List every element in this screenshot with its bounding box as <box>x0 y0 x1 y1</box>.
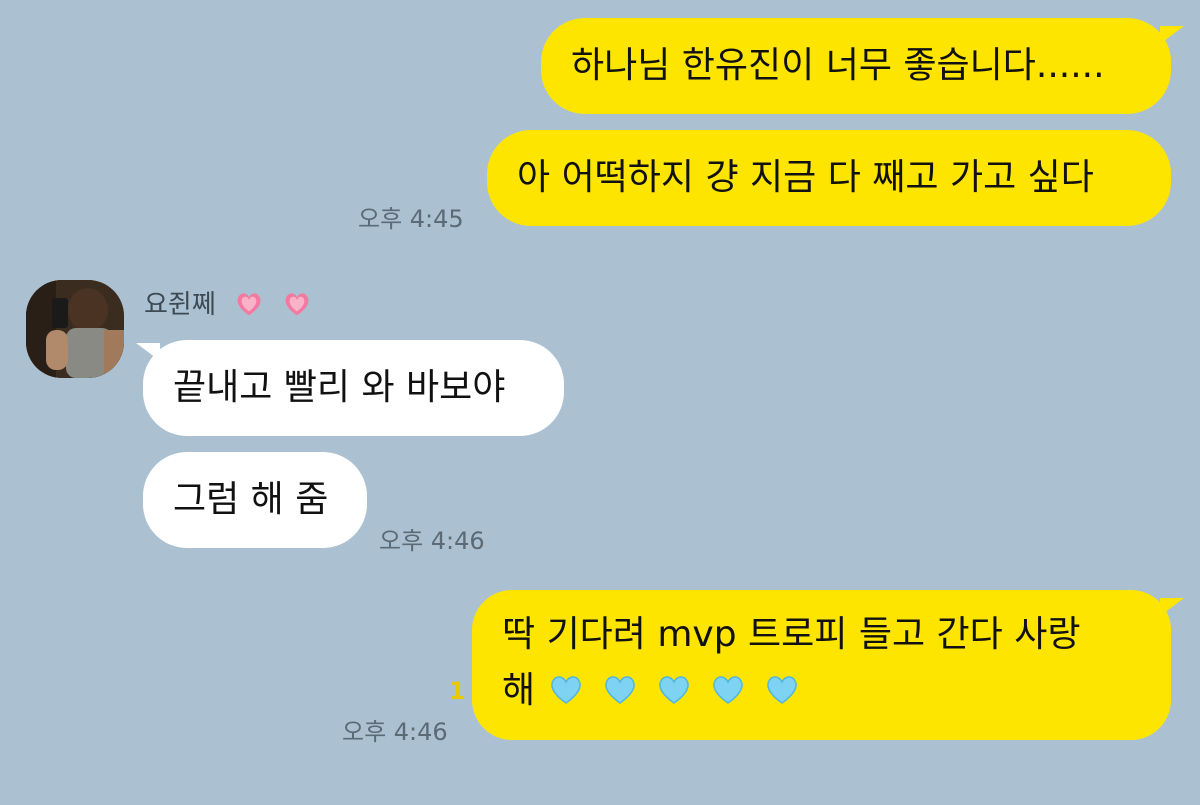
message-text-line: 해 <box>502 664 1171 718</box>
my-message-bubble[interactable]: 딱 기다려 mvp 트로피 들고 간다 사랑 해 <box>472 590 1171 740</box>
light-blue-heart-icon <box>767 676 797 704</box>
my-message-bubble[interactable]: 아 어떡하지 걍 지금 다 째고 가고 싶다 <box>487 130 1171 226</box>
light-blue-heart-icon <box>605 676 635 704</box>
heart-with-sparkles-icon <box>285 293 309 316</box>
message-timestamp: 오후 4:46 <box>379 527 485 555</box>
their-message-bubble[interactable]: 그럼 해 줌 <box>143 452 367 548</box>
message-text: 그럼 해 줌 <box>173 479 329 520</box>
message-text: 끝내고 빨리 와 바보야 <box>173 367 506 408</box>
profile-photo-icon <box>26 280 124 378</box>
their-message-bubble[interactable]: 끝내고 빨리 와 바보야 <box>143 340 564 436</box>
message-timestamp: 오후 4:46 <box>342 718 448 746</box>
unread-count: 1 <box>449 677 466 705</box>
chat-room: 하나님 한유진이 너무 좋습니다...... 아 어떡하지 걍 지금 다 째고 … <box>0 0 1200 805</box>
message-text: 하나님 한유진이 너무 좋습니다...... <box>571 45 1105 86</box>
light-blue-heart-icon <box>551 676 581 704</box>
sender-name: 요쥔쩨 <box>144 284 312 321</box>
light-blue-heart-icon <box>713 676 743 704</box>
light-blue-heart-icon <box>659 676 689 704</box>
message-text: 아 어떡하지 걍 지금 다 째고 가고 싶다 <box>517 157 1094 198</box>
bubble-tail <box>1160 26 1184 44</box>
message-timestamp: 오후 4:45 <box>358 205 464 233</box>
heart-with-sparkles-icon <box>237 293 261 316</box>
my-message-bubble[interactable]: 하나님 한유진이 너무 좋습니다...... <box>541 18 1171 114</box>
bubble-tail <box>136 343 160 361</box>
message-text-line: 딱 기다려 mvp 트로피 들고 간다 사랑 <box>502 614 1081 655</box>
bubble-tail <box>1160 598 1184 616</box>
profile-avatar[interactable] <box>26 280 124 378</box>
